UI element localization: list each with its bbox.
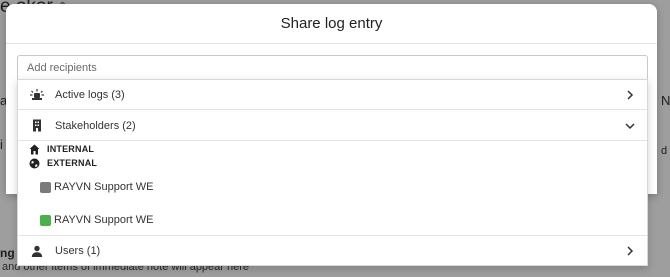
globe-icon [28,157,40,169]
background-heading: ng [0,246,15,260]
group-label: Stakeholders (2) [55,119,136,132]
background-text-fragment: d [661,145,668,157]
section-external: EXTERNAL [28,156,97,170]
group-active-logs[interactable]: Active logs (3) [18,80,647,110]
recipient-option[interactable]: RAYVN Support WE [40,177,153,197]
modal-title: Share log entry [280,15,383,32]
group-stakeholders[interactable]: Stakeholders (2) [18,111,647,141]
status-color-swatch [40,214,51,226]
person-icon [30,244,44,258]
group-label: Active logs (3) [55,88,125,101]
background-text-fragment: N [661,93,670,108]
recipient-label: RAYVN Support WE [54,214,154,226]
status-color-swatch [40,181,51,193]
chevron-right-icon [623,244,637,258]
home-icon [28,143,40,155]
recipients-dropdown: Active logs (3) Stakeholders (2) INTERNA… [17,79,648,266]
group-label: Users (1) [55,244,101,257]
group-users[interactable]: Users (1) [18,235,647,265]
recipient-label: RAYVN Support WE [54,181,154,193]
section-internal: INTERNAL [28,142,94,156]
add-recipients-input[interactable] [17,55,648,81]
chevron-right-icon [623,88,637,102]
recipient-option[interactable]: RAYVN Support WE [40,210,153,230]
section-label-text: INTERNAL [47,144,95,154]
modal-header: Share log entry [6,4,657,44]
building-icon [30,119,44,133]
alarm-light-icon [30,88,44,102]
section-label-text: EXTERNAL [47,158,98,168]
background-text-fragment: i [0,137,3,152]
chevron-down-icon [623,119,637,133]
